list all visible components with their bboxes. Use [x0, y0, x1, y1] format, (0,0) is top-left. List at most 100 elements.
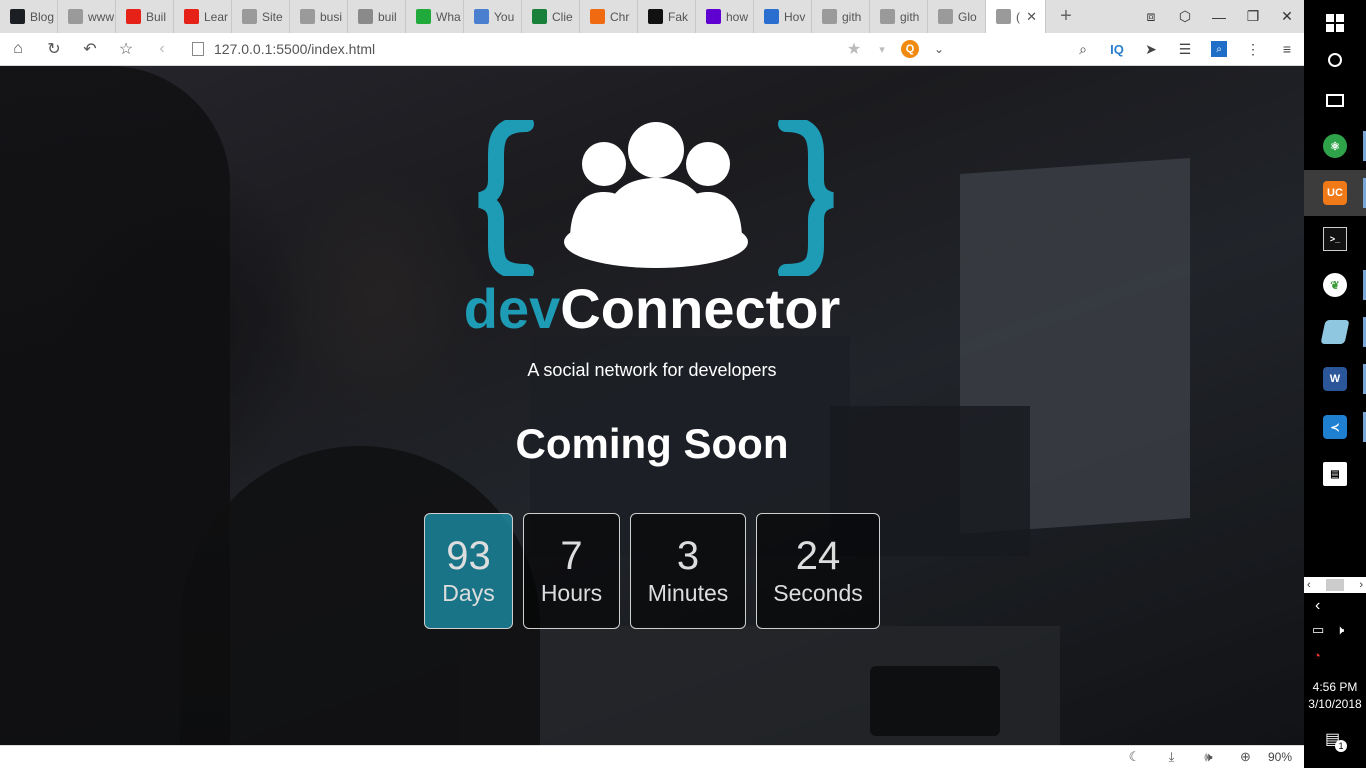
tab-label: busi: [320, 9, 343, 24]
whatsapp-icon: [416, 9, 431, 24]
browser-tab[interactable]: buil: [348, 0, 406, 33]
landing-content: devConnector A social network for develo…: [0, 66, 1304, 745]
search-engine-selector[interactable]: Q: [892, 40, 928, 58]
hamburger-menu-icon[interactable]: ≡: [1270, 33, 1304, 66]
browser-tab[interactable]: Clie: [522, 0, 580, 33]
address-bar-actions: ★ ▾: [836, 33, 892, 66]
zoom-in-icon[interactable]: ⊕: [1227, 749, 1264, 765]
page-icon: [822, 9, 837, 24]
taskbar-app-mongodb[interactable]: ❦: [1304, 262, 1366, 308]
devconnector-logo-icon: [478, 120, 834, 276]
taskbar-app-terminal[interactable]: >_: [1304, 216, 1366, 262]
browser-tab[interactable]: www: [58, 0, 116, 33]
tab-label: Hov: [784, 9, 806, 24]
maximize-button[interactable]: ❐: [1236, 0, 1270, 33]
tab-strip: Blog www Buil Lear Site busi buil Wha You Clie Chr…: [0, 0, 1304, 33]
taskbar-app-word[interactable]: W: [1304, 356, 1366, 402]
volume-muted-icon[interactable]: 🕨: [1336, 622, 1344, 638]
new-tab-button[interactable]: +: [1046, 0, 1086, 33]
network-off-icon[interactable]: ◔: [1313, 648, 1321, 663]
vscode-icon: ≺: [1323, 415, 1347, 439]
volume-icon[interactable]: 🕪: [1190, 749, 1227, 765]
scroll-right-icon[interactable]: ›: [1359, 579, 1363, 591]
brand-dev-text: dev: [463, 277, 561, 340]
address-bar[interactable]: 127.0.0.1:5500/index.html ★ ▾: [192, 33, 892, 66]
browser-tab[interactable]: gith: [870, 0, 928, 33]
tab-label: Site: [262, 9, 283, 24]
tab-label: You: [494, 9, 515, 24]
brand-title: devConnector: [0, 281, 1304, 337]
system-clock[interactable]: 4:56 PM 3/10/2018: [1304, 679, 1366, 713]
yahoo-icon: [706, 9, 721, 24]
browser-tab[interactable]: Blog: [0, 0, 58, 33]
countdown-label: Hours: [540, 580, 603, 606]
browser-tab[interactable]: gith: [812, 0, 870, 33]
countdown-value: 7: [560, 534, 583, 578]
browser-tab[interactable]: Hov: [754, 0, 812, 33]
browser-tab[interactable]: busi: [290, 0, 348, 33]
bookmark-star-icon[interactable]: ★: [836, 33, 872, 66]
tile-windows-button[interactable]: ⧈: [1134, 0, 1168, 33]
page-icon: [242, 9, 257, 24]
countdown-value: 24: [795, 534, 841, 578]
back-icon[interactable]: ‹: [144, 33, 180, 66]
clapperboard-icon: ▤: [1323, 462, 1347, 486]
search-icon[interactable]: ⌕: [1066, 33, 1100, 66]
browser-tab[interactable]: You: [464, 0, 522, 33]
taskbar-app-media[interactable]: ▤: [1304, 451, 1366, 497]
download-icon[interactable]: ⤓: [1153, 749, 1190, 765]
scroll-left-icon[interactable]: ‹: [1307, 579, 1311, 591]
youtube-icon: [184, 9, 199, 24]
home-icon[interactable]: ⌂: [0, 33, 36, 66]
taskbar-app-atom[interactable]: ⚛: [1304, 123, 1366, 169]
browser-tab[interactable]: how: [696, 0, 754, 33]
page-icon: [192, 42, 204, 56]
scroll-thumb[interactable]: [1326, 579, 1344, 591]
battery-icon[interactable]: ▭: [1312, 622, 1324, 638]
search-engine-icon: Q: [901, 40, 919, 58]
task-view-button[interactable]: [1304, 77, 1366, 123]
browser-tab[interactable]: Fak: [638, 0, 696, 33]
tab-label: www: [88, 9, 114, 24]
favorite-star-icon[interactable]: ☆: [108, 33, 144, 66]
windows-logo-icon: [1326, 14, 1344, 32]
skin-button[interactable]: ⬡: [1168, 0, 1202, 33]
url-text[interactable]: 127.0.0.1:5500/index.html: [214, 41, 375, 57]
zoom-extension-icon[interactable]: ⌕: [1202, 33, 1236, 66]
page-icon: [68, 9, 83, 24]
tray-scrollbar[interactable]: ‹ ›: [1304, 577, 1366, 593]
browser-tab[interactable]: Glo: [928, 0, 986, 33]
tab-label: Glo: [958, 9, 977, 24]
zoom-level[interactable]: 90%: [1268, 750, 1292, 764]
browser-tab[interactable]: Chr: [580, 0, 638, 33]
tab-label: buil: [378, 9, 397, 24]
chevron-down-icon[interactable]: ▾: [872, 33, 892, 66]
close-tab-icon[interactable]: ✕: [1026, 9, 1037, 25]
browser-tab[interactable]: (✕: [986, 0, 1046, 33]
reload-icon[interactable]: ↻: [36, 33, 72, 66]
taskbar-app-vscode[interactable]: ≺: [1304, 404, 1366, 450]
chevron-down-icon[interactable]: ⌄: [928, 33, 950, 66]
tab-label: (: [1016, 9, 1020, 24]
night-mode-icon[interactable]: ☾: [1116, 749, 1153, 765]
more-menu-icon[interactable]: ⋮: [1236, 33, 1270, 66]
close-window-button[interactable]: ✕: [1270, 0, 1304, 33]
toolbar-extensions: ⌕ IQ ➤ ☰ ⌕ ⋮ ≡: [1066, 33, 1304, 66]
countdown-value: 93: [446, 534, 491, 578]
taskbar-app-notes[interactable]: [1304, 309, 1366, 355]
browser-tab[interactable]: Wha: [406, 0, 464, 33]
page-viewport: devConnector A social network for develo…: [0, 66, 1304, 745]
cursor-extension-icon[interactable]: ➤: [1134, 33, 1168, 66]
globe-icon: [358, 9, 373, 24]
tagline: A social network for developers: [527, 360, 777, 380]
iq-extension-icon[interactable]: IQ: [1100, 33, 1134, 66]
browser-tab[interactable]: Lear: [174, 0, 232, 33]
mongodb-leaf-icon: ❦: [1323, 273, 1347, 297]
undo-icon[interactable]: ↶: [72, 33, 108, 66]
chevron-left-icon[interactable]: ‹: [1315, 597, 1320, 615]
browser-tab[interactable]: Buil: [116, 0, 174, 33]
taskbar-app-uc-browser[interactable]: UC: [1304, 170, 1366, 216]
minimize-button[interactable]: —: [1202, 0, 1236, 33]
list-extension-icon[interactable]: ☰: [1168, 33, 1202, 66]
browser-tab[interactable]: Site: [232, 0, 290, 33]
